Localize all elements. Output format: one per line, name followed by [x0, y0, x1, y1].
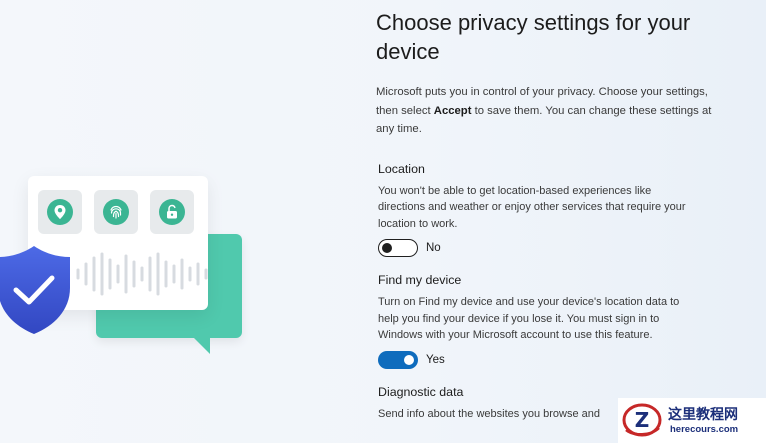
site-watermark: Z 这里教程网 herecours.com: [618, 398, 766, 443]
watermark-url: herecours.com: [670, 424, 739, 435]
setting-location: Location You won't be able to get locati…: [376, 161, 726, 259]
watermark-title: 这里教程网: [668, 407, 738, 423]
location-toggle[interactable]: [378, 239, 418, 257]
intro-text: Microsoft puts you in control of your pr…: [376, 83, 721, 139]
setting-find-my-device-description: Turn on Find my device and use your devi…: [378, 296, 680, 341]
location-pin-icon: [47, 199, 73, 225]
setting-find-my-device-toggle-row: Yes: [378, 350, 726, 370]
privacy-settings-panel: Choose privacy settings for your device …: [376, 8, 726, 420]
location-tile: [38, 190, 82, 234]
fingerprint-icon: [103, 199, 129, 225]
setting-find-my-device: Find my device Turn on Find my device an…: [376, 272, 726, 370]
page-title: Choose privacy settings for your device: [376, 10, 691, 64]
unlocked-padlock-icon: [159, 199, 185, 225]
toggle-knob: [382, 242, 392, 253]
setting-location-title: Location: [378, 161, 425, 176]
chat-bubble-tail: [192, 336, 210, 354]
watermark-logo-letter: Z: [635, 408, 650, 432]
toggle-knob: [404, 354, 414, 365]
intro-accept-emphasis: Accept: [433, 104, 472, 117]
fingerprint-tile: [94, 190, 138, 234]
find-my-device-toggle-label: Yes: [426, 353, 445, 366]
watermark-logo-icon: Z: [622, 403, 662, 437]
setting-location-description: You won't be able to get location-based …: [378, 184, 686, 230]
privacy-illustration: [0, 0, 340, 443]
setting-location-toggle-row: No: [378, 238, 726, 258]
setting-find-my-device-title: Find my device: [378, 273, 462, 287]
location-toggle-label: No: [426, 242, 441, 254]
voice-waveform-graphic: [76, 252, 208, 296]
unlock-tile: [150, 190, 194, 234]
shield-checkmark-icon: [0, 246, 70, 334]
find-my-device-toggle[interactable]: [378, 350, 418, 369]
